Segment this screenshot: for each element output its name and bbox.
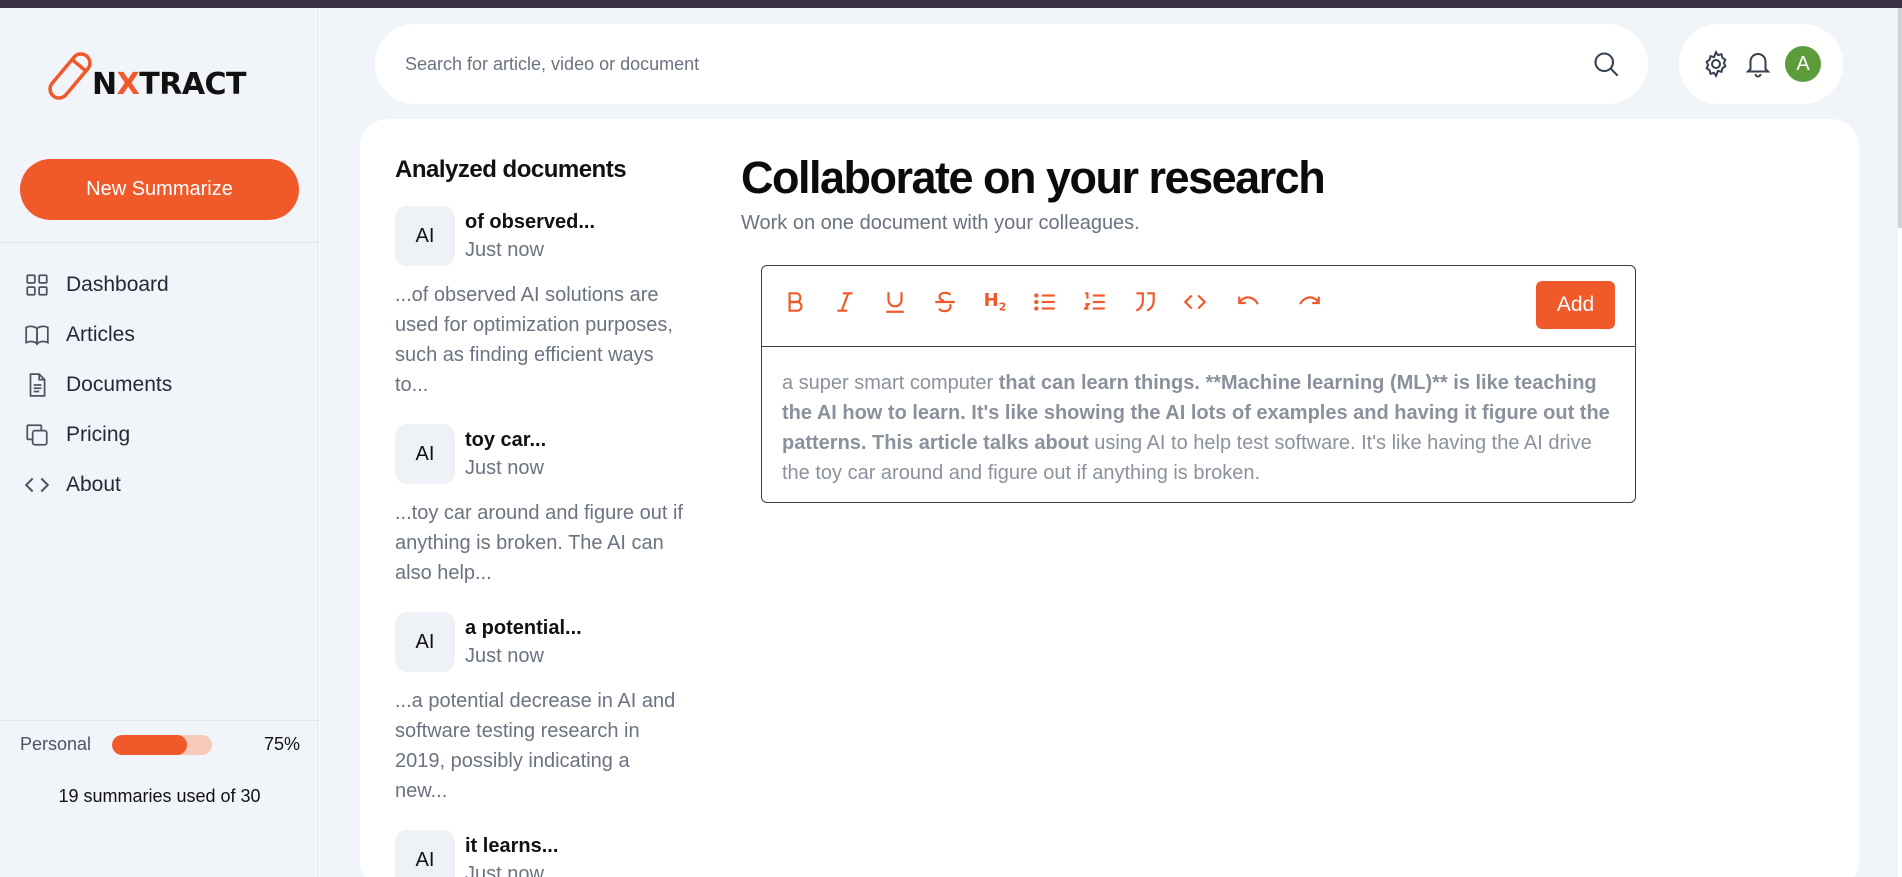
- bullet-list-button[interactable]: [1027, 284, 1063, 320]
- usage-summary-text: 19 summaries used of 30: [58, 786, 261, 806]
- usage-percent: 75%: [263, 734, 300, 754]
- doc-badge: AI: [395, 830, 455, 877]
- redo-icon: [1299, 296, 1320, 305]
- undo-icon: [1238, 296, 1259, 305]
- list-item[interactable]: AI of observed... Just now ...of observe…: [395, 206, 685, 400]
- copy-icon: [26, 424, 48, 446]
- blockquote-button[interactable]: [1127, 284, 1163, 320]
- sidebar-item-label: About: [66, 473, 121, 496]
- brand-name: NXTRACT: [92, 66, 247, 102]
- strikethrough-icon: [935, 291, 955, 313]
- quote-icon: [1135, 292, 1155, 312]
- page-title: Collaborate on your research: [741, 152, 1326, 203]
- sidebar-item-label: Articles: [66, 323, 135, 346]
- plan-label: Personal: [20, 734, 92, 754]
- heading-button[interactable]: H2: [977, 284, 1013, 320]
- italic-button[interactable]: [827, 284, 863, 320]
- underline-button[interactable]: [877, 284, 913, 320]
- sidebar-item-label: Pricing: [66, 423, 131, 446]
- usage-progress-bar: [112, 734, 212, 755]
- doc-badge: AI: [395, 424, 455, 484]
- doc-badge: AI: [395, 612, 455, 672]
- page-subtitle: Work on one document with your colleague…: [741, 212, 1140, 234]
- plan-usage: Personal 75%: [20, 734, 300, 755]
- sidebar-item-pricing[interactable]: Pricing: [24, 410, 172, 460]
- doc-snippet: ...a potential decrease in AI and softwa…: [395, 690, 676, 802]
- doc-time: Just now: [465, 239, 544, 261]
- brand-logo[interactable]: NXTRACT: [44, 48, 247, 104]
- document-icon: [29, 373, 46, 397]
- new-summarize-button[interactable]: New Summarize: [20, 159, 299, 220]
- doc-title: a potential...: [465, 617, 582, 639]
- doc-time: Just now: [465, 457, 544, 479]
- search-bar[interactable]: [375, 24, 1648, 104]
- doc-title: toy car...: [465, 429, 547, 451]
- doc-title: of observed...: [465, 211, 596, 233]
- sidebar-nav: Dashboard Articles Documents Pricing Abo…: [24, 260, 172, 510]
- window-top-strip: [0, 0, 1902, 8]
- bold-icon: [788, 292, 803, 312]
- analyzed-documents-heading: Analyzed documents: [395, 156, 627, 183]
- list-item[interactable]: AI it learns... Just now: [395, 830, 685, 877]
- redo-button[interactable]: [1291, 284, 1327, 320]
- code-icon: [1183, 294, 1207, 310]
- search-input[interactable]: [405, 53, 1592, 75]
- pen-logo-icon: [48, 52, 92, 100]
- sidebar-item-label: Documents: [66, 373, 173, 396]
- grid-icon: [26, 274, 48, 296]
- analyzed-documents-panel: Analyzed documents AI of observed... Jus…: [395, 156, 685, 877]
- sidebar-divider: [0, 242, 319, 243]
- doc-badge: AI: [395, 206, 455, 266]
- editor-toolbar: H2 Add: [762, 266, 1635, 347]
- header-actions: A: [1679, 24, 1843, 104]
- gear-icon[interactable]: [1701, 49, 1731, 79]
- rich-text-editor: H2 Add a super smart computer that can l…: [761, 265, 1636, 503]
- sidebar: NXTRACT New Summarize Dashboard Articles…: [0, 8, 319, 877]
- heading-icon: H2: [983, 290, 1007, 314]
- doc-time: Just now: [465, 863, 544, 877]
- avatar[interactable]: A: [1785, 46, 1821, 82]
- usage-progress-fill: [112, 734, 187, 755]
- sidebar-bottom-divider: [0, 720, 319, 721]
- bell-icon[interactable]: [1743, 49, 1773, 79]
- sidebar-item-about[interactable]: About: [24, 460, 172, 510]
- editor-text-plain: a super smart computer: [782, 372, 999, 394]
- code-icon: [24, 477, 50, 493]
- bullet-list-icon: [1034, 293, 1055, 311]
- list-item[interactable]: AI a potential... Just now ...a potentia…: [395, 612, 685, 806]
- doc-title: it learns...: [465, 835, 559, 857]
- sidebar-item-label: Dashboard: [66, 273, 169, 296]
- editor-textarea[interactable]: a super smart computer that can learn th…: [762, 347, 1635, 509]
- italic-icon: [837, 292, 853, 312]
- undo-button[interactable]: [1231, 284, 1267, 320]
- sidebar-item-documents[interactable]: Documents: [24, 360, 172, 410]
- page-scrollbar-thumb[interactable]: [1898, 8, 1902, 228]
- doc-time: Just now: [465, 645, 544, 667]
- underline-icon: [886, 292, 904, 313]
- sidebar-item-articles[interactable]: Articles: [24, 310, 172, 360]
- strikethrough-button[interactable]: [927, 284, 963, 320]
- bold-button[interactable]: [777, 284, 813, 320]
- doc-snippet: ...toy car around and figure out if anyt…: [395, 502, 683, 584]
- doc-snippet: ...of observed AI solutions are used for…: [395, 284, 673, 396]
- ordered-list-button[interactable]: [1077, 284, 1113, 320]
- search-icon[interactable]: [1592, 50, 1620, 78]
- sidebar-item-dashboard[interactable]: Dashboard: [24, 260, 172, 310]
- add-button[interactable]: Add: [1536, 281, 1615, 329]
- ordered-list-icon: [1083, 292, 1105, 310]
- list-item[interactable]: AI toy car... Just now ...toy car around…: [395, 424, 685, 588]
- book-icon: [25, 325, 49, 346]
- code-button[interactable]: [1177, 284, 1213, 320]
